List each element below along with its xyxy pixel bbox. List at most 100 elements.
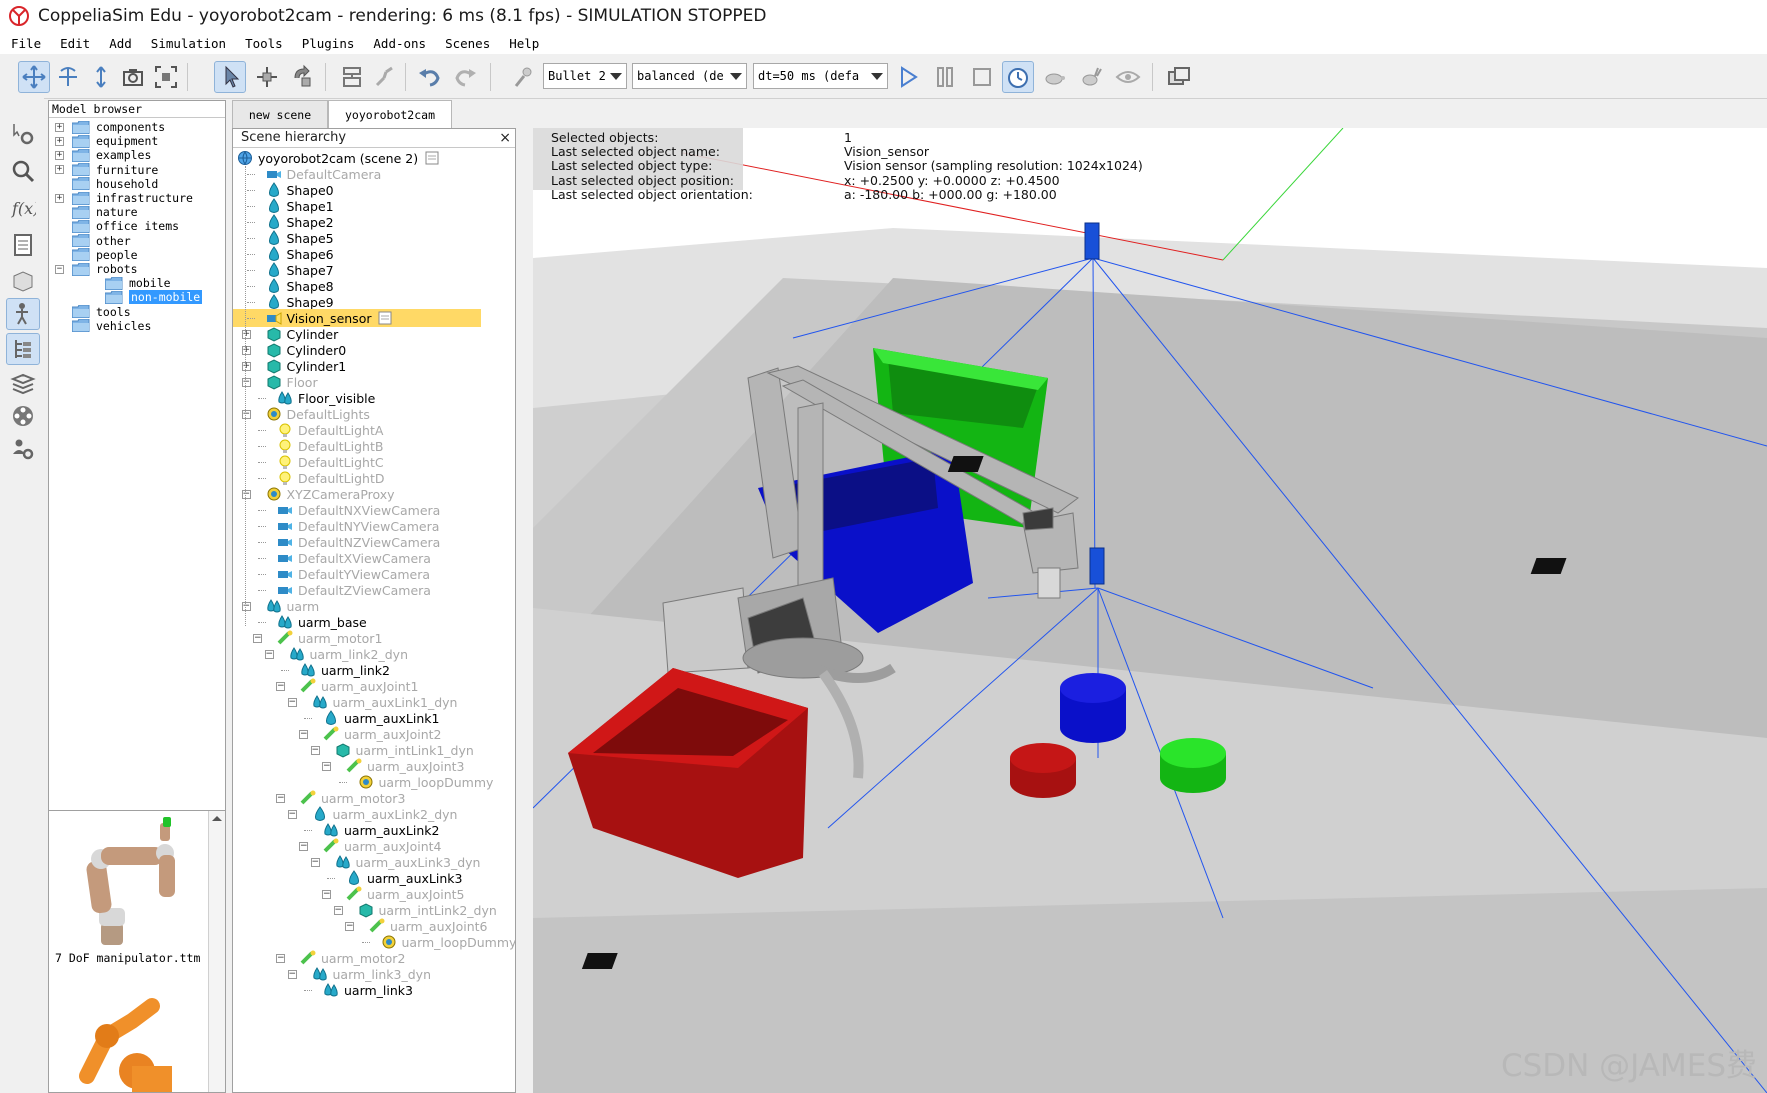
- scene-hierarchy-toggle-button[interactable]: [6, 333, 40, 365]
- light-bulb-icon: [279, 439, 291, 453]
- user-settings-button[interactable]: [6, 433, 40, 465]
- expand-toggle-icon[interactable]: −: [287, 970, 297, 979]
- tab-yoyorobot2cam[interactable]: yoyorobot2cam: [328, 100, 452, 128]
- expand-toggle-icon[interactable]: +: [55, 122, 64, 132]
- expand-toggle-icon[interactable]: +: [55, 150, 64, 160]
- hierarchy-item-label: DefaultLightD: [298, 470, 385, 486]
- expand-toggle-icon[interactable]: +: [55, 165, 64, 175]
- expand-toggle-icon[interactable]: −: [310, 858, 320, 867]
- video-recorder-button[interactable]: [6, 400, 40, 432]
- collections-button[interactable]: [6, 229, 40, 261]
- 3d-scene-viewport[interactable]: Selected objects: 1 Last selected object n…: [533, 128, 1767, 1093]
- expand-toggle-icon[interactable]: −: [322, 762, 331, 771]
- tab-new-scene[interactable]: new scene: [232, 100, 328, 128]
- click-selection-button[interactable]: [214, 61, 246, 93]
- info-value: Vision_sensor: [844, 144, 929, 160]
- scene-render[interactable]: [533, 128, 1767, 1093]
- gear-cursor-icon: [13, 124, 34, 145]
- menu-file[interactable]: File: [0, 36, 49, 51]
- expand-toggle-icon[interactable]: −: [287, 698, 297, 707]
- menu-plugins[interactable]: Plugins: [291, 36, 363, 51]
- hierarchy-item-label: uarm_intLink1_dyn: [355, 742, 474, 758]
- manipulator-thumbnail-image[interactable]: [61, 813, 211, 953]
- page-selector-button[interactable]: [1163, 61, 1195, 93]
- undo-button[interactable]: [413, 61, 445, 93]
- start-simulation-button[interactable]: [892, 61, 924, 93]
- model-folder-vehicles[interactable]: vehicles: [55, 318, 151, 334]
- object-properties-button[interactable]: [6, 155, 40, 187]
- menu-edit[interactable]: Edit: [49, 36, 98, 51]
- robot-thumbnail-image[interactable]: [57, 976, 207, 1093]
- scripts-button[interactable]: [6, 265, 40, 297]
- expand-toggle-icon[interactable]: −: [276, 682, 285, 691]
- expand-toggle-icon[interactable]: −: [241, 410, 251, 419]
- expand-toggle-icon[interactable]: −: [241, 490, 251, 499]
- hierarchy-item-label: uarm_auxJoint6: [390, 918, 488, 934]
- engine-accuracy-select[interactable]: balanced (de: [632, 63, 747, 89]
- expand-toggle-icon[interactable]: −: [241, 378, 251, 387]
- expand-toggle-icon[interactable]: −: [310, 746, 320, 755]
- expand-toggle-icon[interactable]: +: [241, 346, 251, 355]
- speed-up-button[interactable]: [1075, 61, 1107, 93]
- close-icon[interactable]: ×: [499, 129, 511, 147]
- script-icon[interactable]: [424, 150, 440, 166]
- model-browser-toggle-button[interactable]: [6, 298, 40, 330]
- redo-button[interactable]: [450, 61, 482, 93]
- hierarchy-item-label: XYZCameraProxy: [286, 486, 395, 502]
- layers-button[interactable]: [6, 368, 40, 400]
- menu-scenes[interactable]: Scenes: [434, 36, 498, 51]
- expand-toggle-icon[interactable]: −: [333, 906, 343, 915]
- expand-toggle-icon[interactable]: −: [253, 634, 262, 643]
- object-rotate-button[interactable]: [287, 61, 319, 93]
- real-time-mode-button[interactable]: [1002, 61, 1034, 93]
- expand-toggle-icon[interactable]: −: [299, 842, 308, 851]
- transfer-dna-button[interactable]: [369, 61, 401, 93]
- hierarchy-item-label: uarm: [286, 598, 320, 614]
- toggle-visualization-eye-button[interactable]: [1112, 61, 1144, 93]
- expand-toggle-icon[interactable]: +: [241, 330, 251, 339]
- object-shift-button[interactable]: [251, 61, 283, 93]
- camera-angle-button[interactable]: [117, 61, 149, 93]
- folder-icon: [72, 305, 90, 319]
- expand-toggle-icon[interactable]: −: [287, 810, 297, 819]
- expand-toggle-icon[interactable]: +: [241, 362, 251, 371]
- menu-simulation[interactable]: Simulation: [140, 36, 234, 51]
- light-bulb-icon: [279, 455, 291, 469]
- expand-toggle-icon[interactable]: −: [299, 730, 308, 739]
- menu-add-ons[interactable]: Add-ons: [362, 36, 434, 51]
- expand-toggle-icon[interactable]: −: [276, 794, 285, 803]
- expand-toggle-icon[interactable]: +: [55, 136, 64, 146]
- toggle-visualization-button[interactable]: [507, 61, 539, 93]
- hierarchy-item-label: uarm_base: [298, 614, 367, 630]
- thumbnails-scrollbar[interactable]: [208, 811, 225, 1092]
- scroll-up-icon[interactable]: [209, 811, 225, 827]
- menu-tools[interactable]: Tools: [234, 36, 291, 51]
- expand-toggle-icon[interactable]: −: [55, 264, 64, 274]
- assemble-button[interactable]: [336, 61, 368, 93]
- menu-add[interactable]: Add: [98, 36, 140, 51]
- simulation-settings-button[interactable]: [6, 118, 40, 150]
- script-icon[interactable]: [377, 310, 393, 326]
- expand-toggle-icon[interactable]: −: [322, 890, 331, 899]
- hierarchy-item[interactable]: uarm_link3: [323, 981, 413, 999]
- light-bulb-icon: [279, 423, 291, 437]
- info-value: Vision sensor (sampling resolution: 1024…: [844, 158, 1143, 174]
- calculation-modules-button[interactable]: f(x): [6, 191, 40, 223]
- fit-to-view-button[interactable]: [150, 61, 182, 93]
- menu-help[interactable]: Help: [498, 36, 547, 51]
- expand-toggle-icon[interactable]: −: [345, 922, 354, 931]
- camera-pan-button[interactable]: [18, 61, 50, 93]
- slow-down-button[interactable]: [1039, 61, 1071, 93]
- camera-rotate-button[interactable]: [52, 61, 84, 93]
- multishape-icon: [266, 599, 281, 613]
- stop-simulation-button[interactable]: [966, 61, 998, 93]
- physics-engine-select[interactable]: Bullet 2: [543, 63, 627, 89]
- pause-simulation-button[interactable]: [929, 61, 961, 93]
- camera-icon: [278, 571, 292, 578]
- expand-toggle-icon[interactable]: −: [241, 602, 251, 611]
- expand-toggle-icon[interactable]: +: [55, 193, 64, 203]
- expand-toggle-icon[interactable]: −: [264, 650, 274, 659]
- camera-shift-button[interactable]: [85, 61, 117, 93]
- expand-toggle-icon[interactable]: −: [276, 954, 285, 963]
- simulation-timestep-select[interactable]: dt=50 ms (defa: [753, 63, 888, 89]
